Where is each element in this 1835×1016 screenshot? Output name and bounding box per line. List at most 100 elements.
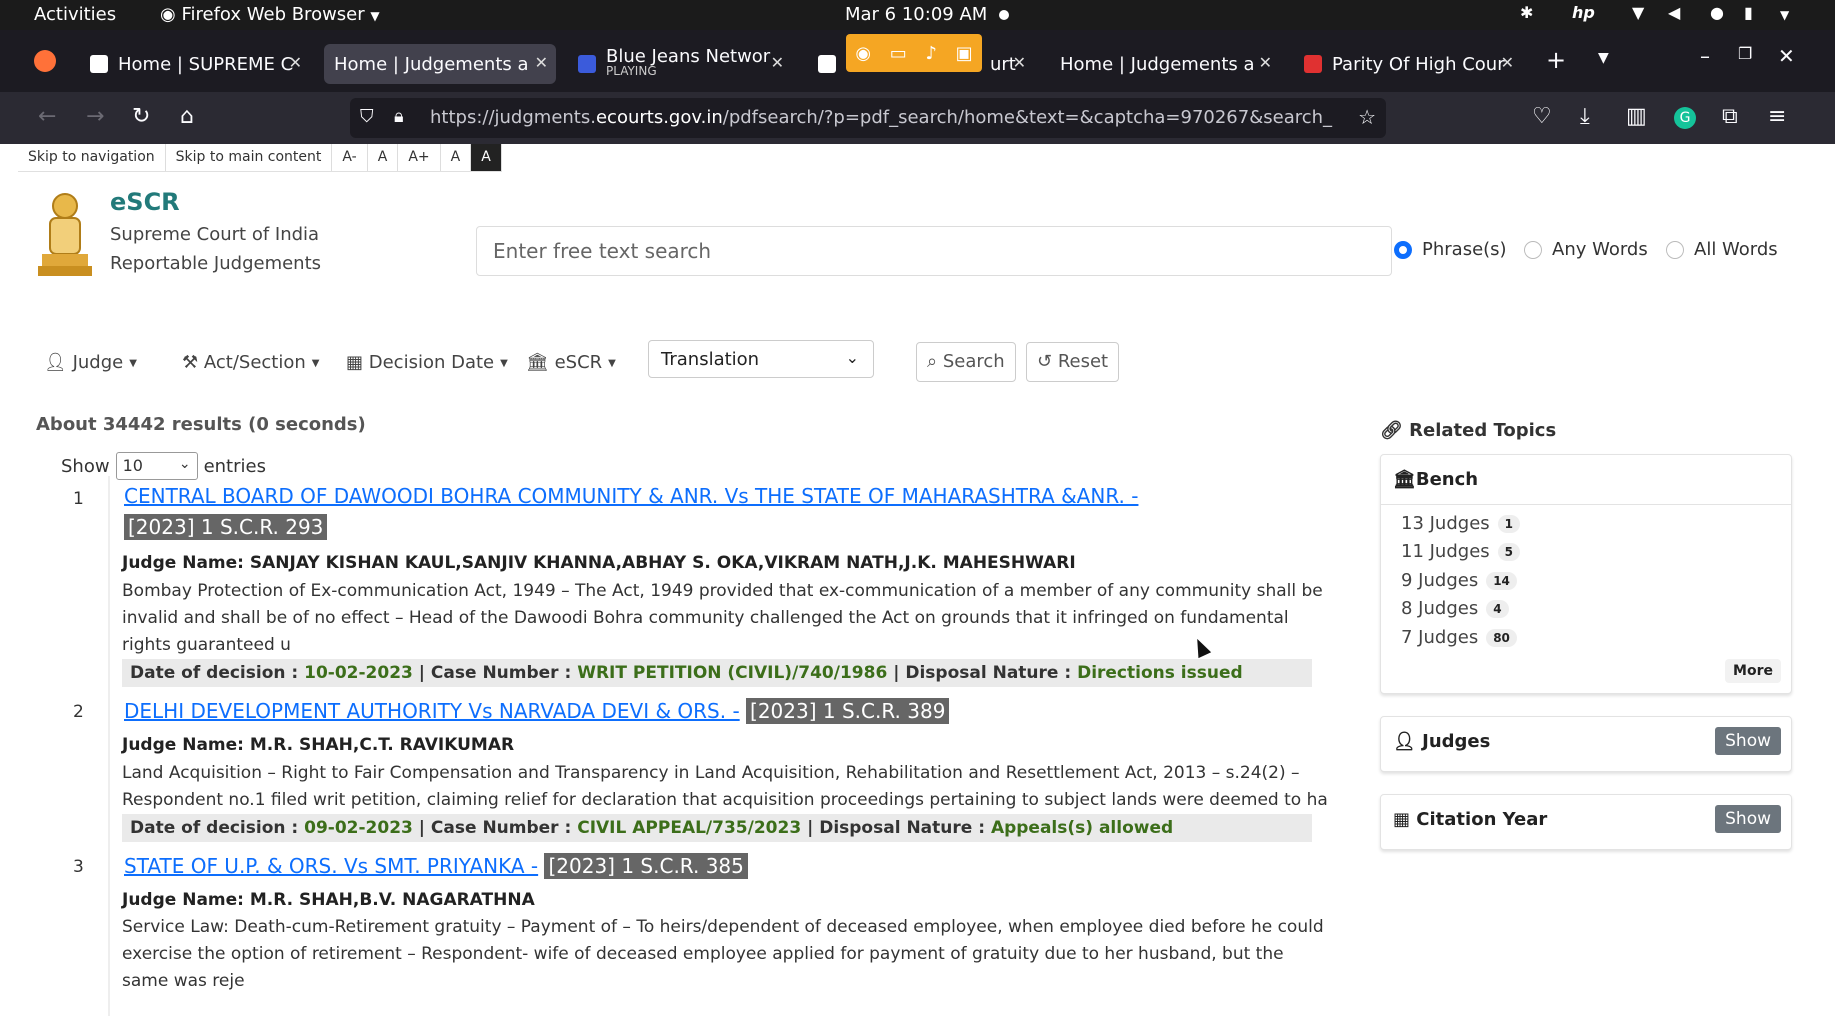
entries-value: 10 bbox=[122, 456, 143, 475]
bench-row[interactable]: 11 Judges 5 bbox=[1401, 541, 1521, 562]
bench-count-badge: 4 bbox=[1486, 600, 1509, 618]
bench-row[interactable]: 13 Judges 1 bbox=[1401, 513, 1521, 534]
decision-date-filter-dropdown[interactable]: ▦ Decision Date ▼ bbox=[346, 352, 508, 373]
tab-list-chevron-icon[interactable]: ▼ bbox=[1598, 50, 1609, 66]
app-menu[interactable]: ◉ Firefox Web Browser ▼ bbox=[160, 4, 380, 25]
radio-any-words[interactable]: Any Words bbox=[1524, 239, 1648, 260]
tracking-shield-icon[interactable]: ⛉ bbox=[360, 106, 374, 127]
new-tab-plus-icon[interactable]: + bbox=[1546, 46, 1566, 74]
bench-more-button[interactable]: More bbox=[1725, 659, 1781, 683]
tab-parity-high-court[interactable]: Parity Of High Cour ✕ bbox=[1294, 44, 1522, 84]
skip-to-navigation-link[interactable]: Skip to navigation bbox=[18, 144, 166, 171]
extensions-icon[interactable]: ⧉ bbox=[1722, 104, 1738, 129]
lock-icon[interactable]: 🔒︎ bbox=[394, 106, 404, 127]
free-text-search-input[interactable]: Enter free text search bbox=[476, 226, 1392, 276]
back-arrow-icon[interactable]: ← bbox=[38, 104, 56, 129]
entries-suffix-label: entries bbox=[203, 455, 266, 477]
bench-label[interactable]: 11 Judges bbox=[1401, 541, 1490, 562]
font-normal-button[interactable]: A bbox=[368, 144, 399, 171]
pocket-icon[interactable]: ♡ bbox=[1532, 104, 1552, 129]
hamburger-menu-icon[interactable]: ≡ bbox=[1768, 104, 1786, 129]
result-summary: Bombay Protection of Ex-communication Ac… bbox=[122, 581, 1323, 655]
radio-phrases[interactable]: Phrase(s) bbox=[1394, 239, 1507, 260]
camera-icon: ▭ bbox=[889, 42, 907, 64]
bench-row[interactable]: 9 Judges 14 bbox=[1401, 570, 1517, 591]
escr-filter-dropdown[interactable]: 🏛︎ eSCR ▼ bbox=[526, 352, 616, 373]
bench-label[interactable]: 8 Judges bbox=[1401, 598, 1478, 619]
filter-label: Act/Section bbox=[203, 352, 306, 373]
url-bar[interactable]: ⛉ 🔒︎ https://judgments.ecourts.gov.in/pd… bbox=[350, 98, 1386, 138]
microphone-icon[interactable]: ● bbox=[1710, 3, 1724, 22]
bench-label[interactable]: 13 Judges bbox=[1401, 513, 1490, 534]
hp-icon[interactable]: hp bbox=[1572, 3, 1595, 22]
clock[interactable]: Mar 6 10:09 AM bbox=[845, 4, 1010, 25]
reset-button[interactable]: ↺ Reset bbox=[1026, 342, 1120, 382]
bookmark-star-icon[interactable]: ☆ bbox=[1358, 105, 1376, 129]
grammarly-icon[interactable]: G bbox=[1674, 107, 1696, 129]
restore-icon[interactable]: ❐ bbox=[1738, 44, 1752, 63]
close-tab-icon[interactable]: ✕ bbox=[771, 53, 784, 72]
institution-icon: 🏛︎ bbox=[526, 352, 549, 373]
result-title-link[interactable]: DELHI DEVELOPMENT AUTHORITY Vs NARVADA D… bbox=[124, 696, 1144, 727]
reader-sidebar-icon[interactable]: ▥ bbox=[1626, 104, 1647, 129]
skip-to-main-link[interactable]: Skip to main content bbox=[166, 144, 333, 171]
close-tab-icon[interactable]: ✕ bbox=[1013, 53, 1026, 72]
radio-all-words[interactable]: All Words bbox=[1666, 239, 1778, 260]
radio-unselected-icon bbox=[1666, 240, 1684, 259]
bench-card-title: 🏛︎Bench bbox=[1381, 455, 1791, 505]
system-menu-chevron-icon[interactable]: ▼ bbox=[1780, 8, 1789, 22]
tab-judgements-2[interactable]: Home | Judgements a ✕ bbox=[1050, 44, 1280, 84]
home-icon[interactable]: ⌂ bbox=[180, 104, 194, 129]
light-theme-button[interactable]: A bbox=[441, 144, 472, 171]
result-title-text[interactable]: CENTRAL BOARD OF DAWOODI BOHRA COMMUNITY… bbox=[124, 484, 1138, 508]
result-title-text[interactable]: STATE OF U.P. & ORS. Vs SMT. PRIYANKA - bbox=[124, 854, 538, 878]
download-icon[interactable]: ⤓ bbox=[1580, 104, 1590, 129]
tab-title: Parity Of High Cour bbox=[1332, 53, 1505, 75]
url-text[interactable]: https://judgments.ecourts.gov.in/pdfsear… bbox=[430, 107, 1350, 128]
bench-count-badge: 14 bbox=[1486, 572, 1517, 590]
close-tab-icon[interactable]: ✕ bbox=[1259, 53, 1272, 72]
minimize-icon[interactable]: – bbox=[1700, 44, 1710, 68]
citation-badge: [2023] 1 S.C.R. 389 bbox=[746, 698, 950, 724]
forward-arrow-icon[interactable]: → bbox=[86, 104, 104, 129]
firefox-view-icon[interactable] bbox=[34, 50, 56, 72]
reload-icon[interactable]: ↻ bbox=[132, 104, 150, 129]
result-title-link[interactable]: CENTRAL BOARD OF DAWOODI BOHRA COMMUNITY… bbox=[124, 481, 1144, 543]
firefox-icon: ◉ bbox=[855, 42, 872, 64]
tab-judgements-active[interactable]: Home | Judgements a ✕ bbox=[324, 44, 556, 84]
font-decrease-button[interactable]: A- bbox=[332, 144, 368, 171]
judges-show-button[interactable]: Show bbox=[1715, 727, 1781, 755]
act-section-filter-dropdown[interactable]: ⚒ Act/Section ▼ bbox=[182, 352, 319, 373]
app-name-label: Firefox Web Browser bbox=[181, 4, 365, 25]
activities-button[interactable]: Activities bbox=[34, 4, 116, 25]
bench-row[interactable]: 7 Judges 80 bbox=[1401, 627, 1517, 648]
radio-label: All Words bbox=[1694, 239, 1778, 260]
result-title-link[interactable]: STATE OF U.P. & ORS. Vs SMT. PRIYANKA - … bbox=[124, 851, 1144, 882]
bench-count-badge: 1 bbox=[1497, 515, 1521, 533]
caret-down-icon: ▼ bbox=[311, 357, 320, 369]
judges-card: 👤︎ Judges Show bbox=[1380, 716, 1792, 772]
close-tab-icon[interactable]: ✕ bbox=[289, 53, 302, 72]
close-tab-icon[interactable]: ✕ bbox=[535, 53, 548, 72]
volume-icon[interactable]: ◀ bbox=[1668, 3, 1680, 22]
tab-blue-jeans[interactable]: Blue Jeans Networ PLAYING ✕ bbox=[568, 44, 792, 84]
accessibility-bar: Skip to navigation Skip to main content … bbox=[18, 144, 502, 172]
font-increase-button[interactable]: A+ bbox=[398, 144, 441, 171]
battery-icon[interactable]: ▮ bbox=[1744, 3, 1753, 22]
bench-row[interactable]: 8 Judges 4 bbox=[1401, 598, 1509, 619]
bench-label[interactable]: 9 Judges bbox=[1401, 570, 1478, 591]
wifi-icon[interactable]: ▼ bbox=[1632, 3, 1644, 22]
entries-select[interactable]: 10 ⌄ bbox=[115, 452, 198, 480]
translation-select[interactable]: Translation ⌄ bbox=[648, 340, 874, 378]
search-button[interactable]: ⌕ Search bbox=[916, 342, 1016, 382]
judge-filter-dropdown[interactable]: 👤︎ Judge ▼ bbox=[44, 352, 137, 373]
dark-theme-button[interactable]: A bbox=[471, 144, 502, 171]
tray-app-icon[interactable]: ✱ bbox=[1520, 3, 1533, 22]
screen-share-indicator[interactable]: ◉ ▭ ♪ ▣ bbox=[846, 34, 982, 72]
bench-label[interactable]: 7 Judges bbox=[1401, 627, 1478, 648]
result-title-text[interactable]: DELHI DEVELOPMENT AUTHORITY Vs NARVADA D… bbox=[124, 699, 740, 723]
close-tab-icon[interactable]: ✕ bbox=[1501, 53, 1514, 72]
close-window-icon[interactable]: ✕ bbox=[1778, 44, 1795, 68]
citation-year-show-button[interactable]: Show bbox=[1715, 805, 1781, 833]
tab-supreme-court[interactable]: Home | SUPREME C ✕ bbox=[80, 44, 310, 84]
